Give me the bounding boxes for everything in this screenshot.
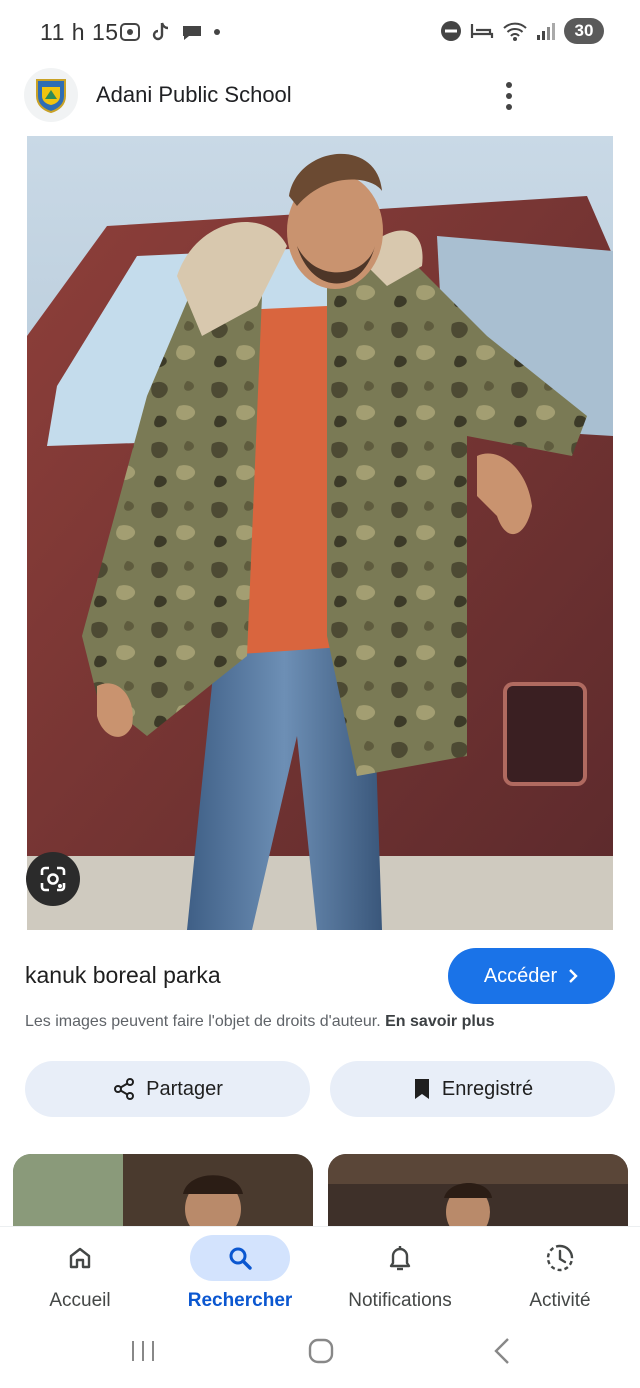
copyright-text: Les images peuvent faire l'objet de droi… [25,1013,381,1030]
related-photo [328,1154,628,1226]
system-navigation-bar [0,1330,640,1388]
related-photo [13,1154,313,1226]
more-dot-icon [506,93,512,99]
status-notification-icons [118,20,222,44]
home-button[interactable] [306,1336,336,1366]
nav-search[interactable]: Rechercher [160,1227,320,1331]
home-icon [50,1235,110,1281]
share-icon [114,1078,135,1100]
status-time: 11 h 15 [40,19,119,45]
app-header: Adani Public School [0,64,640,134]
share-button[interactable]: Partager [25,1061,310,1117]
nav-search-label: Rechercher [187,1290,293,1311]
nav-notifications[interactable]: Notifications [320,1227,480,1331]
site-title: Adani Public School [96,82,292,107]
saved-button[interactable]: Enregistré [330,1061,615,1117]
tiktok-icon [152,22,169,41]
visit-label: Accéder [483,964,558,987]
chat-icon [183,26,201,40]
visit-button[interactable]: Accéder [448,948,615,1004]
sleep-mode-icon [470,24,494,38]
status-bar: 11 h 15 30 [0,0,640,64]
share-label: Partager [146,1077,223,1100]
more-options-button[interactable] [494,76,524,116]
more-dot-icon [506,104,512,110]
saved-label: Enregistré [441,1077,534,1100]
nav-home-label: Accueil [49,1290,111,1311]
activity-icon [530,1235,590,1281]
bell-icon [370,1235,430,1281]
learn-more-link[interactable]: En savoir plus [385,1013,494,1030]
screenshot-icon [120,23,140,41]
nav-home[interactable]: Accueil [0,1227,160,1331]
result-image[interactable] [27,136,613,930]
nav-activity[interactable]: Activité [480,1227,640,1331]
signal-icon [537,23,555,40]
dot-icon [214,29,220,35]
lens-search-button[interactable] [26,852,80,906]
status-system-icons: 30 [440,18,604,44]
school-logo [24,68,78,122]
bookmark-icon [414,1079,429,1099]
do-not-disturb-icon [441,21,461,41]
related-image[interactable] [13,1154,313,1226]
battery-indicator: 30 [564,18,604,44]
search-icon [190,1235,290,1281]
more-dot-icon [506,82,512,88]
recent-apps-button[interactable] [128,1338,158,1364]
chevron-right-icon [569,969,578,983]
nav-activity-label: Activité [529,1290,591,1311]
crest-icon [36,79,66,113]
lens-icon [40,866,66,892]
related-image[interactable] [328,1154,628,1226]
bottom-navigation: Accueil Rechercher Notifications Activit… [0,1226,640,1330]
result-title[interactable]: kanuk boreal parka [25,962,221,989]
nav-notifications-label: Notifications [348,1290,452,1311]
back-button[interactable] [490,1336,514,1366]
parka-photo [27,136,613,930]
wifi-icon [503,22,527,41]
copyright-notice: Les images peuvent faire l'objet de droi… [25,1013,495,1031]
